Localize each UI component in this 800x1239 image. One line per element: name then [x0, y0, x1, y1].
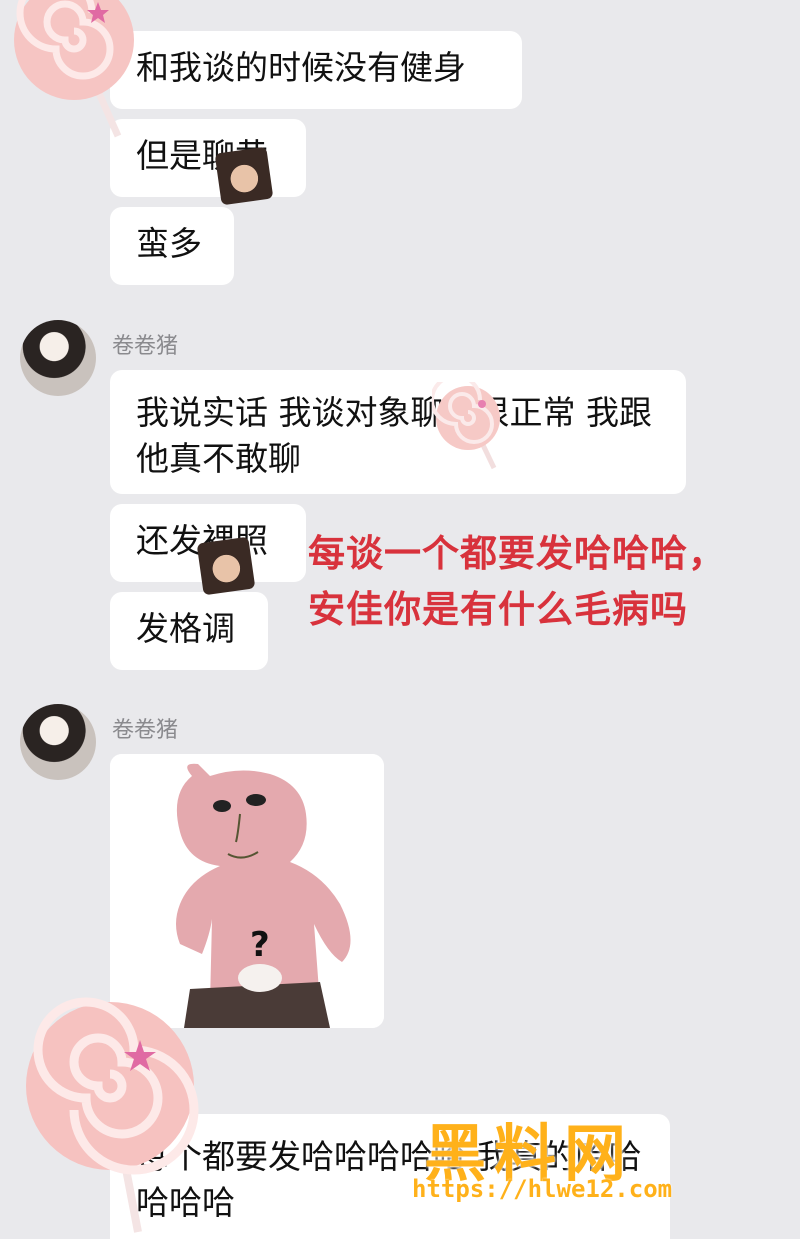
avatar[interactable] — [20, 320, 96, 396]
lollipop-sticker-icon — [26, 997, 199, 1233]
watermark: 黑料网 https://hlwe12.com — [412, 1099, 772, 1209]
message-bubble-4[interactable]: 我说实话 我谈对象聊黄很正常 我跟他真不敢聊 — [110, 370, 686, 494]
sender-name: 卷卷猪 — [112, 718, 179, 743]
sender-name: 卷卷猪 — [112, 334, 179, 359]
face-sticker-overlay — [196, 536, 256, 596]
avatar[interactable] — [20, 704, 96, 780]
lollipop-sticker-icon — [432, 382, 500, 470]
annotation-text: 每谈一个都要发哈哈哈，安佳你是有什么毛病吗 — [308, 532, 726, 631]
message-text: 发格调 — [136, 609, 235, 648]
sticker-caption: ? — [250, 925, 270, 965]
pink-creature-icon: ? — [110, 754, 384, 1028]
message-text: 和我谈的时候没有健身 — [136, 48, 466, 87]
lollipop-sticker-icon — [14, 0, 134, 138]
message-bubble-6[interactable]: 发格调 — [110, 592, 268, 670]
message-bubble-2[interactable]: 但是聊黄 — [110, 119, 306, 197]
sticker-image[interactable]: ? — [110, 754, 384, 1028]
message-bubble-3[interactable]: 蛮多 — [110, 207, 234, 285]
watermark-url: https://hlwe12.com — [412, 1175, 673, 1203]
message-text: 我说实话 我谈对象聊黄很正常 我跟他真不敢聊 — [136, 393, 652, 478]
face-sticker-overlay — [214, 146, 274, 206]
message-bubble-1[interactable]: 和我谈的时候没有健身 — [110, 31, 522, 109]
message-text: 蛮多 — [136, 224, 202, 263]
